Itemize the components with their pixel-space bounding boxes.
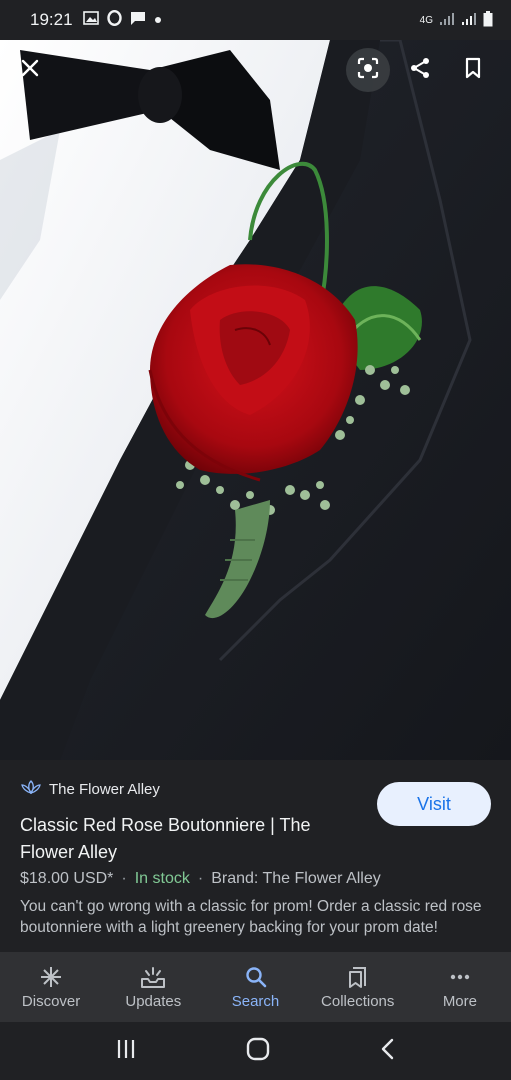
signal-icon bbox=[439, 12, 455, 29]
network-type: 4G bbox=[419, 14, 433, 26]
dot-icon bbox=[154, 11, 162, 29]
product-image[interactable] bbox=[0, 40, 511, 760]
opera-icon bbox=[106, 9, 122, 31]
nav-updates[interactable]: Updates bbox=[102, 952, 204, 1022]
bookmark-icon bbox=[463, 57, 483, 84]
lens-button[interactable] bbox=[346, 48, 390, 92]
visit-button[interactable]: Visit bbox=[377, 782, 491, 826]
nav-discover[interactable]: Discover bbox=[0, 952, 102, 1022]
nav-label: Search bbox=[231, 993, 280, 1010]
product-meta: $18.00 USD* · In stock · Brand: The Flow… bbox=[20, 870, 491, 888]
close-icon bbox=[20, 58, 40, 83]
recents-button[interactable] bbox=[114, 1038, 138, 1065]
search-icon bbox=[243, 964, 269, 990]
result-title[interactable]: Classic Red Rose Boutonniere | The Flowe… bbox=[20, 812, 350, 866]
status-notification-icons bbox=[82, 9, 162, 31]
site-favicon-icon bbox=[20, 780, 42, 798]
nav-label: More bbox=[442, 993, 477, 1010]
collections-icon bbox=[345, 964, 371, 990]
description: You can't go wrong with a classic for pr… bbox=[20, 898, 482, 936]
more-dots-icon bbox=[447, 964, 473, 990]
bottom-navigation: Discover Updates Search Collections More bbox=[0, 952, 511, 1022]
back-button[interactable] bbox=[378, 1037, 398, 1066]
nav-more[interactable]: More bbox=[409, 952, 511, 1022]
nav-search[interactable]: Search bbox=[204, 952, 306, 1022]
lens-icon bbox=[356, 56, 380, 85]
separator-dot: · bbox=[121, 870, 127, 887]
source-name: The Flower Alley bbox=[49, 780, 160, 798]
result-details: The Flower Alley Visit Classic Red Rose … bbox=[0, 760, 511, 952]
updates-icon bbox=[140, 964, 166, 990]
nav-collections[interactable]: Collections bbox=[307, 952, 409, 1022]
system-navigation bbox=[0, 1022, 511, 1080]
boutonniere-photo bbox=[0, 40, 511, 760]
status-bar: 19:21 4G bbox=[0, 0, 511, 40]
share-icon bbox=[408, 56, 432, 85]
separator-dot: · bbox=[197, 870, 204, 887]
share-button[interactable] bbox=[398, 48, 442, 92]
brand: Brand: The Flower Alley bbox=[211, 870, 381, 887]
gallery-icon bbox=[82, 10, 99, 30]
message-icon bbox=[130, 10, 146, 31]
nav-label: Updates bbox=[125, 993, 182, 1010]
status-right: 4G bbox=[419, 10, 493, 30]
signal-icon-2 bbox=[461, 12, 477, 29]
nav-label: Discover bbox=[21, 993, 81, 1010]
home-button[interactable] bbox=[245, 1037, 271, 1066]
nav-label: Collections bbox=[321, 993, 395, 1010]
asterisk-icon bbox=[38, 964, 64, 990]
stock-status: In stock bbox=[134, 870, 190, 887]
save-button[interactable] bbox=[451, 48, 495, 92]
close-button[interactable] bbox=[8, 48, 52, 92]
price: $18.00 USD* bbox=[20, 870, 114, 887]
status-time: 19:21 bbox=[30, 10, 73, 29]
battery-icon bbox=[483, 10, 493, 30]
